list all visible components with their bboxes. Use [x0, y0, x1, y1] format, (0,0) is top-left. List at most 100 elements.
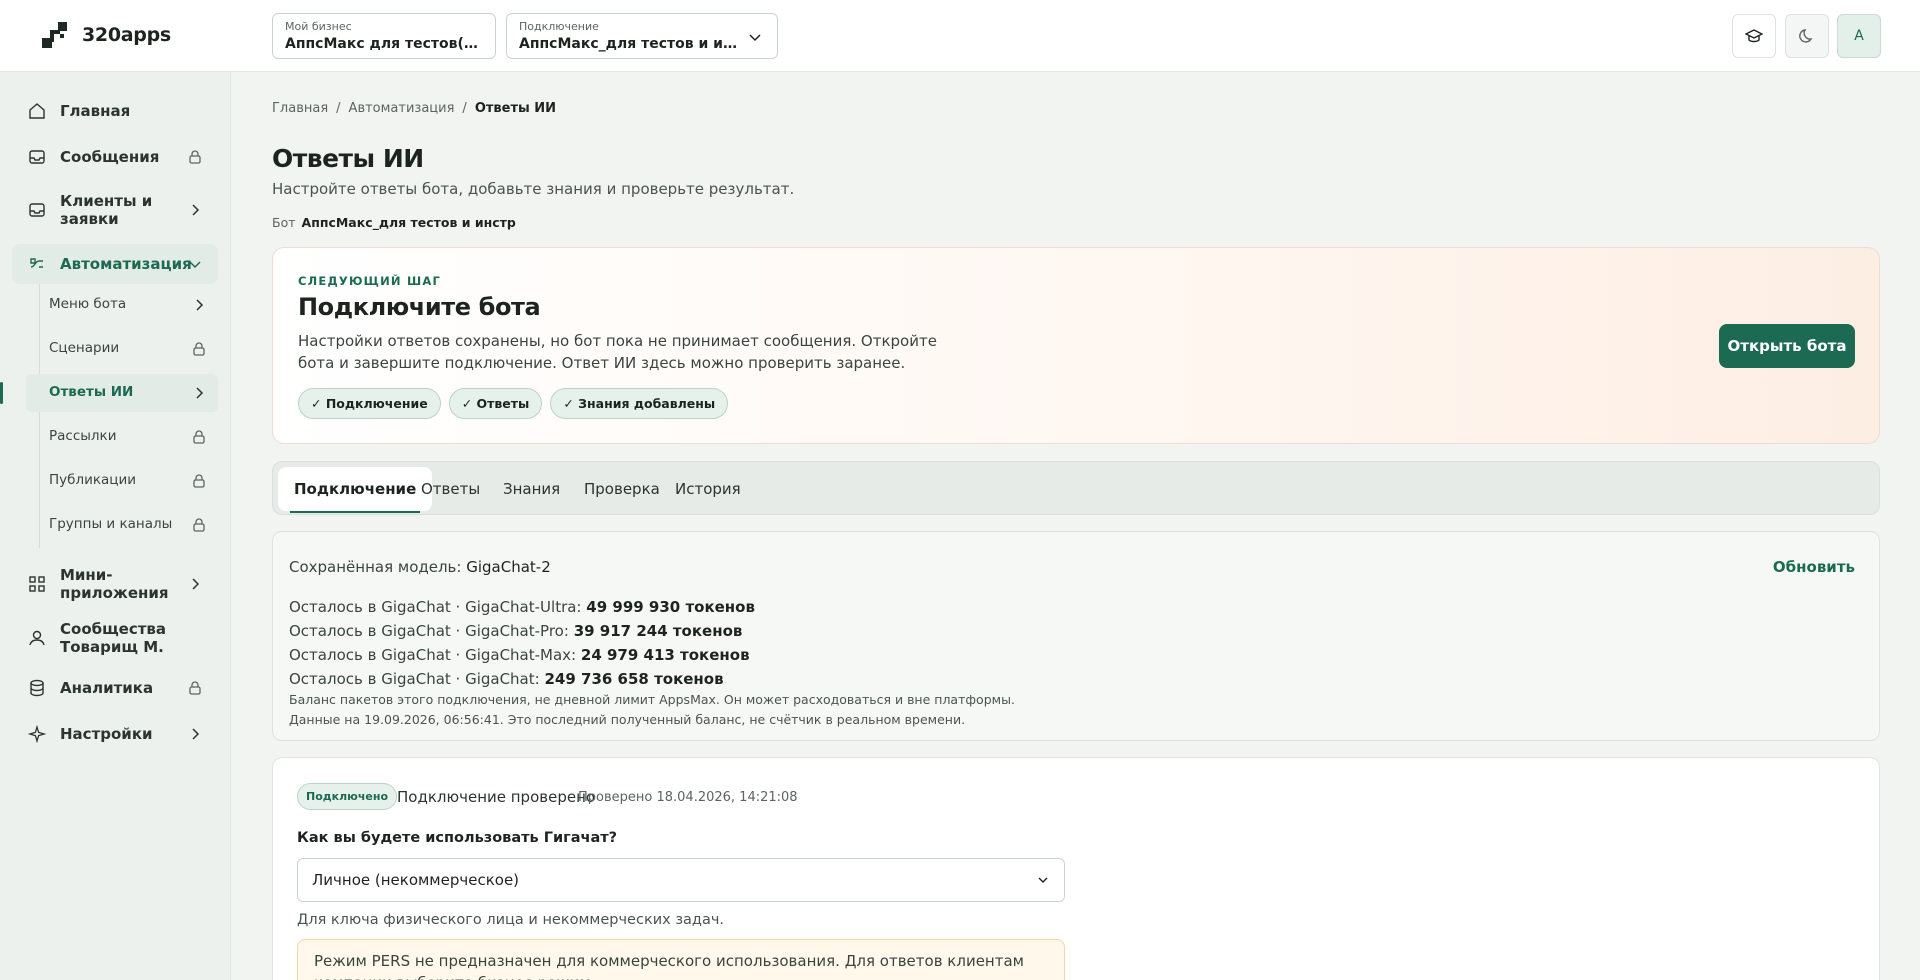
user-avatar[interactable]: A [1837, 14, 1881, 58]
connection-status: Подключение проверено [397, 788, 596, 806]
sidebar-item-label: Клиенты и заявки [60, 192, 153, 228]
status-badge: Подключено [297, 783, 398, 810]
business-selector[interactable]: Мой бизнес АппсМакс для тестов(инст... [272, 13, 496, 59]
saved-model-value: GigaChat-2 [466, 558, 551, 576]
breadcrumb: Главная / Автоматизация / Ответы ИИ [272, 101, 556, 116]
token-value: 24 979 413 токенов [580, 646, 750, 664]
chip-knowledge: ✓ Знания добавлены [550, 388, 729, 419]
chevron-right-icon [190, 384, 208, 402]
learning-button[interactable] [1732, 14, 1776, 58]
sidebar-subitem-label: Публикации [49, 472, 137, 488]
saved-model-label: Сохранённая модель: [289, 558, 462, 576]
automation-icon [27, 254, 47, 274]
chevron-down-icon [749, 34, 761, 42]
token-value: 49 999 930 токенов [586, 598, 755, 616]
sidebar-subitem-label: Сценарии [49, 340, 120, 356]
sidebar-subitem-label: Группы и каналы [49, 516, 173, 532]
chevron-down-icon [186, 255, 204, 273]
app-name: 320apps [82, 24, 171, 46]
sidebar-item-analytics[interactable]: Аналитика [12, 669, 218, 707]
connection-card: Подключено Подключение проверено Провере… [272, 757, 1880, 980]
sidebar-item-label: Главная [60, 102, 131, 120]
usage-mode-value: Личное (некоммерческое) [312, 871, 520, 889]
bot-info: Бот АппсМакс_для тестов и инстр [272, 215, 516, 230]
tab-answers[interactable]: Ответы [405, 467, 496, 511]
sidebar-subitem-groups-channels[interactable]: Группы и каналы [26, 506, 218, 544]
sidebar-subitem-bot-menu[interactable]: Меню бота [26, 286, 218, 324]
bot-value: АппсМакс_для тестов и инстр [301, 215, 516, 230]
sidebar-subitem-publications[interactable]: Публикации [26, 462, 218, 500]
page-subtitle: Настройте ответы бота, добавьте знания и… [272, 180, 795, 198]
sidebar-item-communities[interactable]: Сообщества Товарищ М. [12, 612, 218, 664]
token-value: 249 736 658 токенов [544, 670, 724, 688]
connection-selector-value: АппсМакс_для тестов и инстр [519, 36, 737, 52]
warning-banner: Режим PERS не предназначен для коммерчес… [297, 939, 1065, 980]
connection-selector[interactable]: Подключение АппсМакс_для тестов и инстр [506, 13, 778, 59]
next-step-card: СЛЕДУЮЩИЙ ШАГ Подключите бота Настройки … [272, 247, 1880, 444]
lock-icon [190, 340, 208, 358]
bot-label: Бот [272, 215, 296, 230]
sidebar-item-home[interactable]: Главная [12, 92, 218, 130]
graduation-cap-icon [1745, 29, 1763, 43]
token-balance-row: Осталось в GigaChat · GigaChat-Ultra: 49… [289, 598, 755, 616]
sidebar-item-messages[interactable]: Сообщения [12, 138, 218, 176]
chevron-right-icon [186, 201, 204, 219]
usage-question: Как вы будете использовать Гигачат? [297, 830, 618, 846]
chip-connection: ✓ Подключение [298, 388, 441, 419]
sidebar-item-mini-apps[interactable]: Мини-приложения [12, 558, 218, 610]
lock-icon [186, 148, 204, 166]
token-balance-row: Осталось в GigaChat · GigaChat-Max: 24 9… [289, 646, 750, 664]
sidebar-item-automation[interactable]: Автоматизация [12, 244, 218, 284]
sidebar: Главная Сообщения Клиенты и заявки Автом… [0, 72, 231, 980]
lock-icon [190, 472, 208, 490]
breadcrumb-separator: / [336, 101, 341, 116]
tab-history[interactable]: История [659, 467, 757, 511]
tab-knowledge[interactable]: Знания [487, 467, 576, 511]
sidebar-subitem-label: Рассылки [49, 428, 117, 444]
next-step-description: Настройки ответов сохранены, но бот пока… [298, 332, 937, 372]
home-icon [27, 101, 47, 121]
business-selector-value: АппсМакс для тестов(инст... [285, 36, 483, 52]
sidebar-subitem-mailings[interactable]: Рассылки [26, 418, 218, 456]
sidebar-item-label: Автоматизация [60, 255, 192, 273]
sidebar-subitem-scenarios[interactable]: Сценарии [26, 330, 218, 368]
breadcrumb-home[interactable]: Главная [272, 101, 328, 116]
next-step-kicker: СЛЕДУЮЩИЙ ШАГ [298, 274, 441, 288]
chevron-down-icon [1038, 877, 1048, 883]
connection-checked-time: Проверено 18.04.2026, 14:21:08 [578, 790, 798, 805]
sidebar-item-label: Настройки [60, 725, 153, 743]
token-label: Осталось в GigaChat · GigaChat-Pro: [289, 622, 569, 640]
token-label: Осталось в GigaChat · GigaChat-Ultra: [289, 598, 582, 616]
chip-answers: ✓ Ответы [448, 388, 543, 419]
chevron-right-icon [190, 296, 208, 314]
usage-helper-text: Для ключа физического лица и некоммерчес… [297, 912, 724, 928]
user-icon [27, 628, 47, 648]
warning-text: Режим PERS не предназначен для коммерчес… [314, 952, 1024, 980]
sidebar-subitem-ai-answers[interactable]: Ответы ИИ [0, 374, 218, 412]
breadcrumb-separator: / [462, 101, 467, 116]
lock-icon [190, 428, 208, 446]
refresh-button[interactable]: Обновить [1773, 558, 1855, 576]
breadcrumb-automation[interactable]: Автоматизация [349, 101, 455, 116]
inbox-icon [27, 200, 47, 220]
sidebar-item-settings[interactable]: Настройки [12, 715, 218, 753]
open-bot-button[interactable]: Открыть бота [1719, 324, 1855, 368]
sparkle-icon [27, 724, 47, 744]
balance-timestamp-note: Данные на 19.09.2026, 06:56:41. Это посл… [289, 712, 966, 727]
sidebar-subitem-label: Меню бота [49, 296, 127, 312]
sidebar-item-clients[interactable]: Клиенты и заявки [12, 184, 218, 236]
sidebar-subitem-label: Ответы ИИ [49, 384, 134, 400]
usage-mode-select[interactable]: Личное (некоммерческое) [297, 858, 1065, 902]
inbox-icon [27, 147, 47, 167]
breadcrumb-current: Ответы ИИ [474, 101, 557, 116]
saved-model: Сохранённая модель: GigaChat-2 [289, 558, 551, 576]
sidebar-item-label: Мини-приложения [60, 566, 169, 602]
app-logo[interactable]: 320apps [40, 20, 171, 50]
progress-chips: ✓ Подключение ✓ Ответы ✓ Знания добавлен… [298, 388, 729, 419]
moon-icon [1799, 29, 1813, 43]
balance-note: Баланс пакетов этого подключения, не дне… [289, 692, 1015, 707]
lock-icon [186, 679, 204, 697]
page-title: Ответы ИИ [272, 144, 424, 173]
token-value: 39 917 244 токенов [573, 622, 743, 640]
theme-toggle-button[interactable] [1785, 14, 1829, 58]
